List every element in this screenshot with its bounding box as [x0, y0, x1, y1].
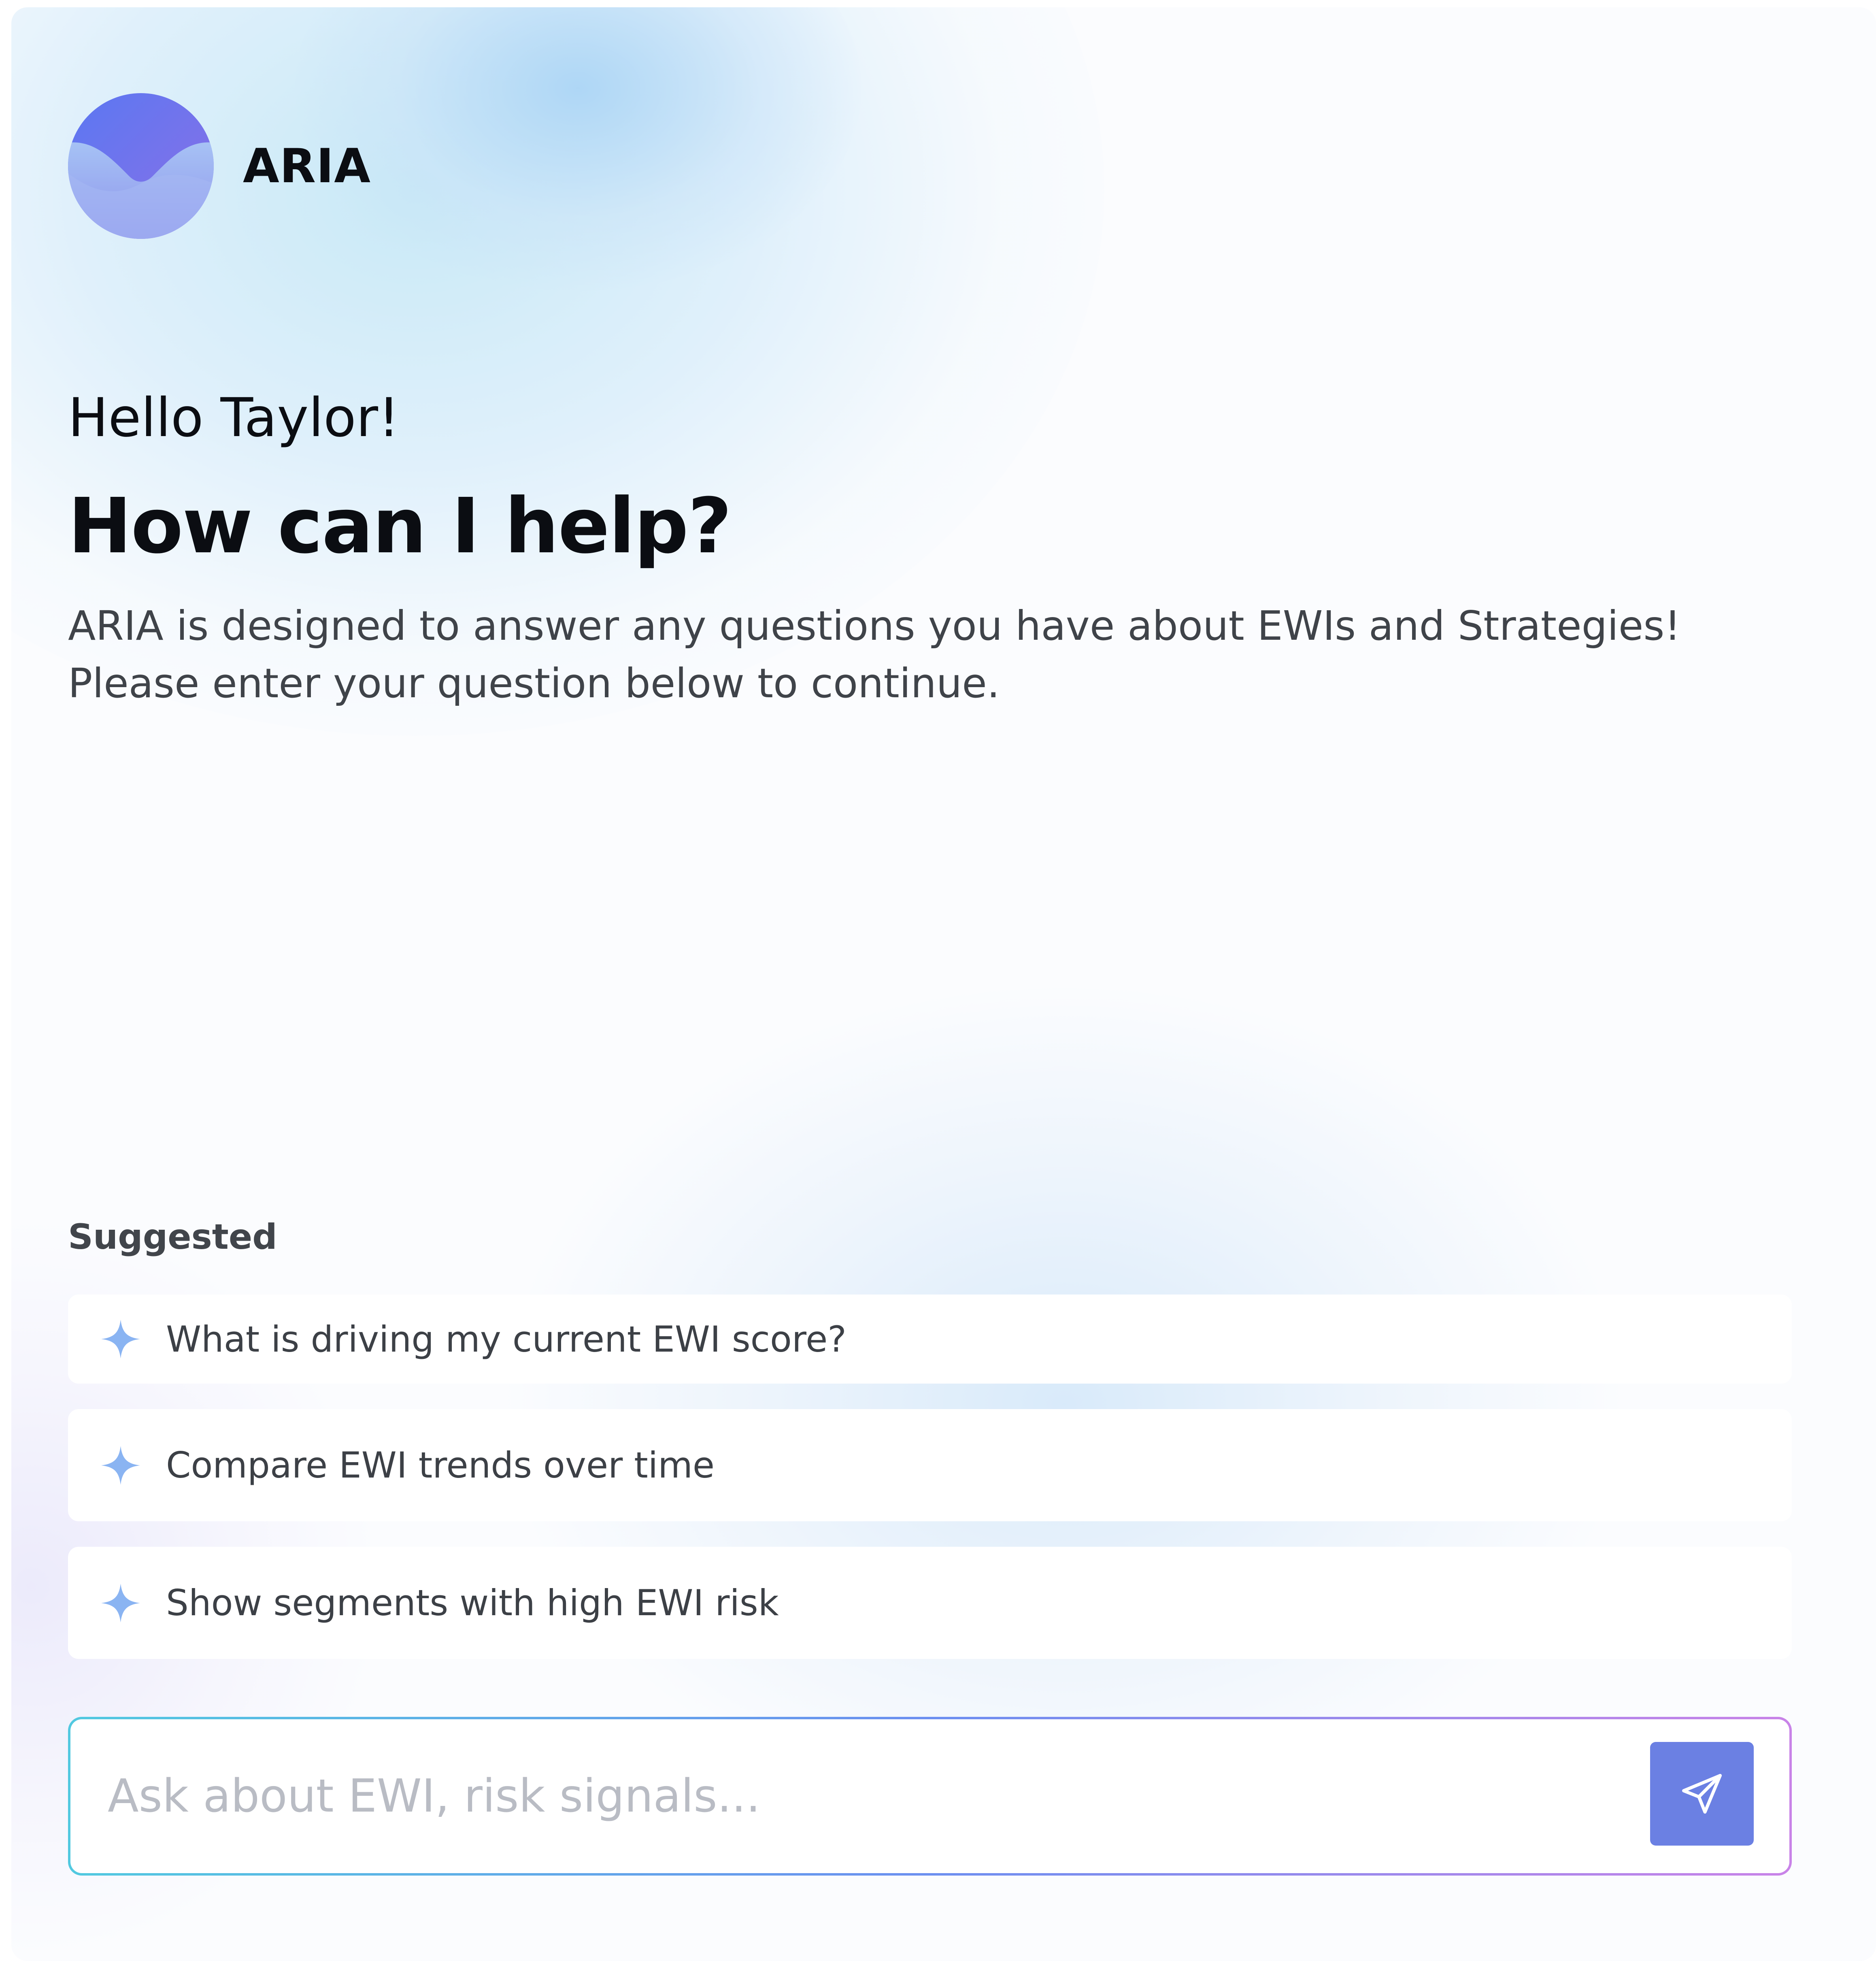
suggested-heading: Suggested	[68, 1217, 277, 1257]
send-icon	[1682, 1774, 1722, 1814]
intro-description: ARIA is designed to answer any questions…	[68, 602, 1681, 707]
chat-input-box	[70, 1719, 1789, 1873]
suggestion-item[interactable]: Compare EWI trends over time	[68, 1409, 1792, 1521]
suggestion-label: Show segments with high EWI risk	[166, 1582, 779, 1624]
sparkle-icon	[101, 1446, 140, 1485]
chat-input-container	[68, 1717, 1792, 1876]
background-glow	[295, 7, 861, 291]
suggestion-item[interactable]: What is driving my current EWI score?	[68, 1295, 1792, 1384]
chat-input[interactable]	[108, 1719, 1565, 1873]
page-title: How can I help?	[68, 482, 732, 571]
suggestion-label: Compare EWI trends over time	[166, 1444, 715, 1486]
aria-logo-icon	[68, 93, 214, 239]
send-button[interactable]	[1650, 1742, 1754, 1846]
sparkle-icon	[101, 1320, 140, 1358]
greeting-text: Hello Taylor!	[68, 387, 400, 449]
background-glow	[497, 979, 1631, 1829]
sparkle-icon	[101, 1583, 140, 1622]
suggestion-label: What is driving my current EWI score?	[166, 1318, 847, 1360]
assistant-name: ARIA	[243, 138, 371, 194]
suggestion-item[interactable]: Show segments with high EWI risk	[68, 1547, 1792, 1659]
assistant-header: ARIA	[68, 93, 371, 239]
assistant-panel	[11, 7, 1876, 1961]
